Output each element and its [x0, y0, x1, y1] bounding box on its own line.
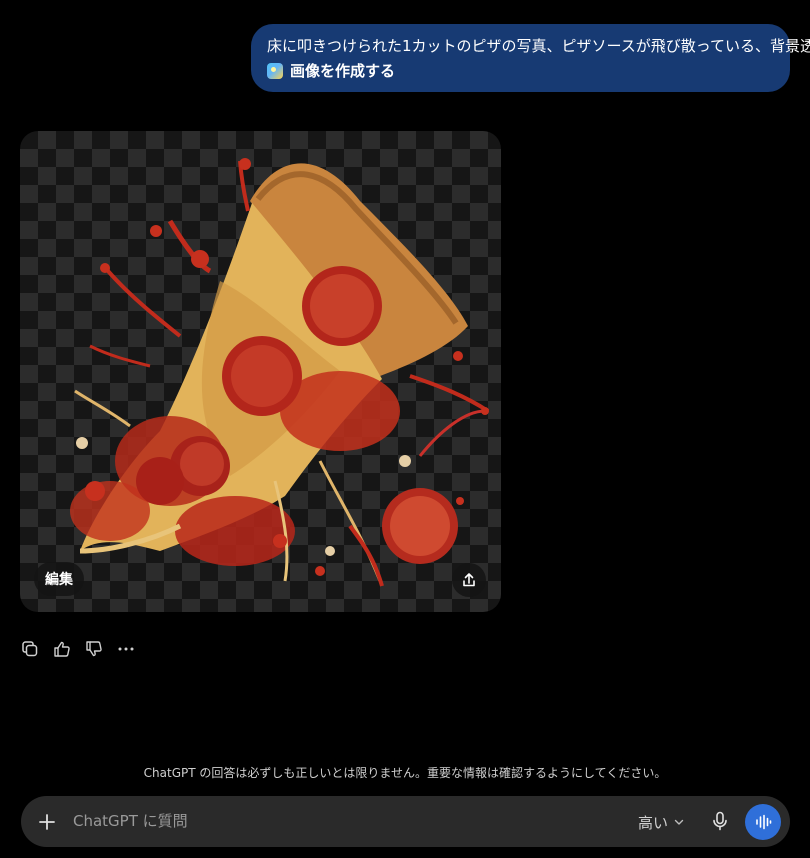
message-actions [20, 638, 136, 660]
thumbs-up-button[interactable] [52, 638, 72, 660]
image-generation-icon [267, 62, 283, 79]
copy-icon [22, 641, 38, 657]
plus-icon [39, 814, 55, 830]
tool-label: 画像を作成する [290, 62, 396, 80]
edit-button[interactable]: 編集 [34, 562, 84, 596]
more-button[interactable] [116, 638, 136, 660]
share-button[interactable] [452, 563, 486, 597]
user-message-text: 床に叩きつけられた1カットのピザの写真、ピザソースが飛び散っている、背景透過 [267, 37, 810, 55]
copy-button[interactable] [20, 638, 40, 660]
model-label: 高い [638, 813, 669, 832]
pizza-illustration [70, 158, 490, 587]
voice-mode-button[interactable] [745, 804, 781, 840]
composer: 高い [21, 796, 790, 847]
prompt-input[interactable] [73, 810, 593, 832]
disclaimer-text: ChatGPT の回答は必ずしも正しいとは限りません。重要な情報は確認するように… [143, 766, 667, 780]
thumbs-down-button[interactable] [84, 638, 104, 660]
tool-chip: 画像を作成する [267, 60, 774, 81]
chevron-down-icon [674, 819, 684, 825]
user-message-bubble: 床に叩きつけられた1カットのピザの写真、ピザソースが飛び散っている、背景透過 画… [251, 24, 810, 92]
thumbs-up-icon [54, 641, 70, 657]
dictate-button[interactable] [709, 810, 731, 832]
voice-waveform-icon [756, 814, 772, 830]
more-icon [118, 647, 134, 651]
thumbs-down-icon [86, 641, 102, 657]
microphone-icon [713, 811, 727, 831]
generated-image[interactable] [20, 131, 501, 612]
share-icon [463, 573, 475, 587]
model-selector[interactable]: 高い [638, 811, 685, 833]
attach-button[interactable] [36, 811, 58, 833]
